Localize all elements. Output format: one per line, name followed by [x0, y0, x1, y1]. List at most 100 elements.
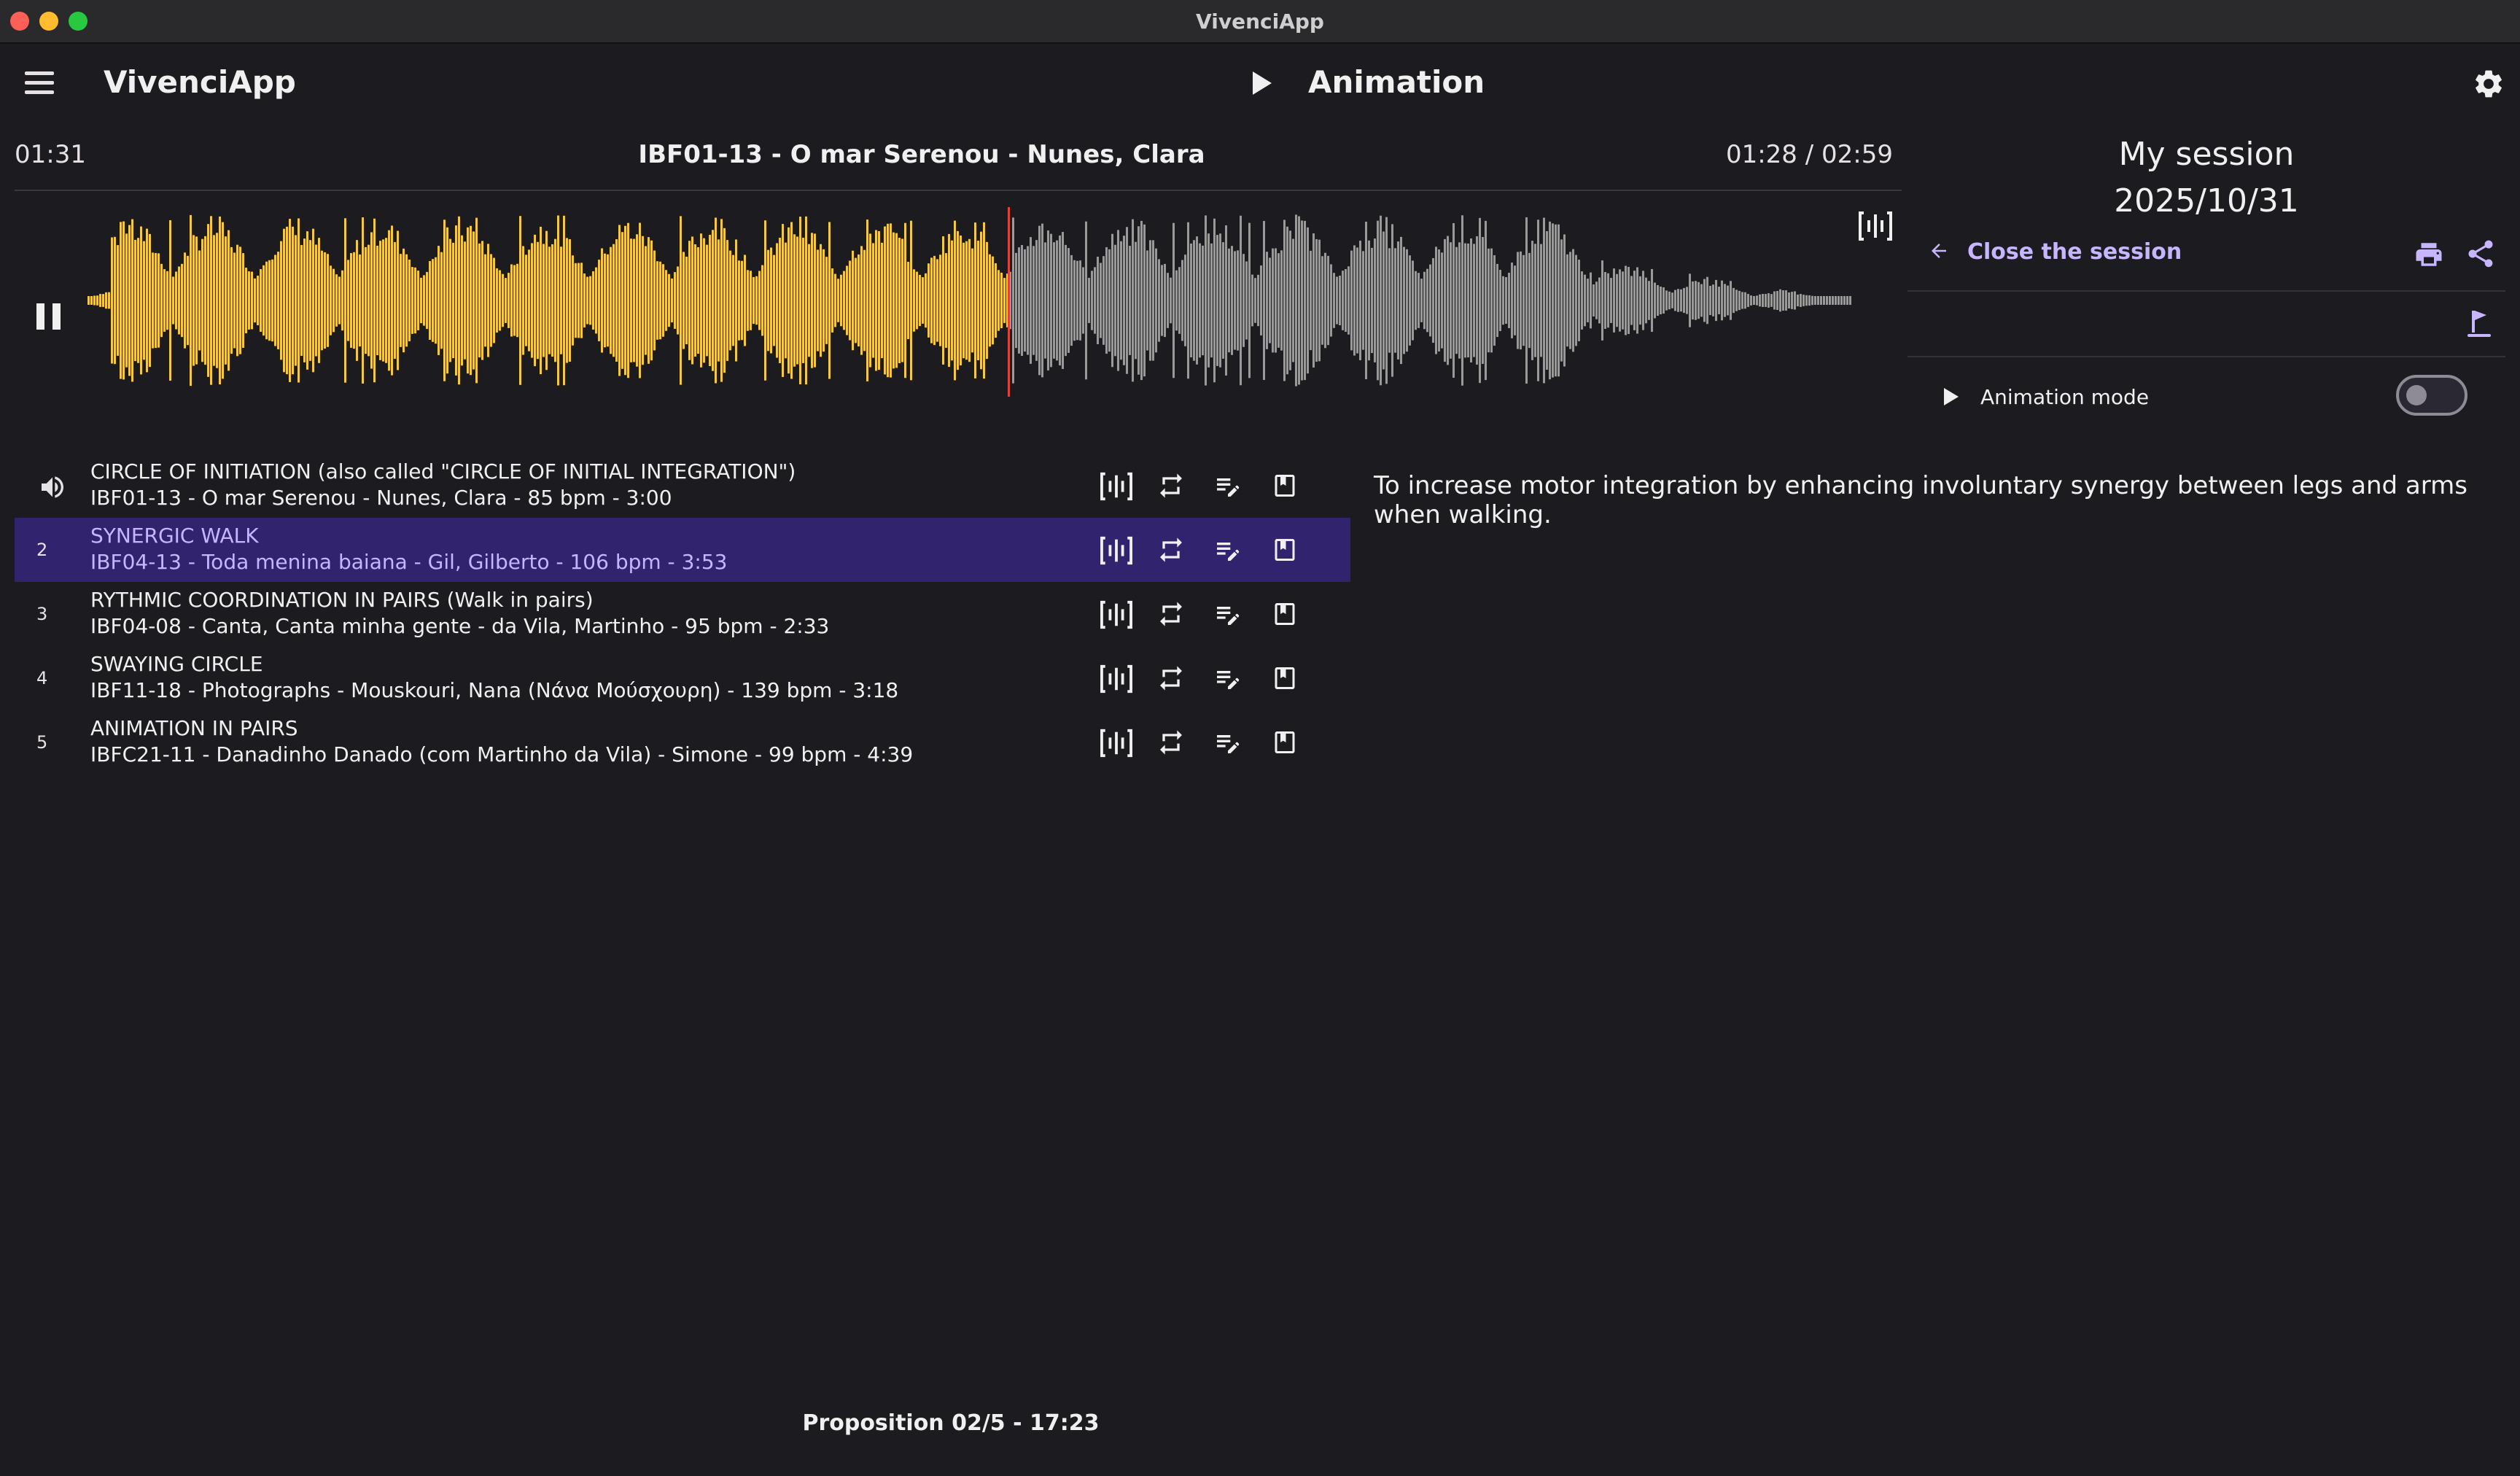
waveform-scrubber[interactable]: [88, 207, 1852, 397]
waveform-bar: [283, 228, 285, 373]
bookmark-icon[interactable]: [1272, 664, 1298, 696]
waveform-bar: [1278, 253, 1280, 348]
waveform-bar: [960, 236, 962, 365]
waveform-bar: [1041, 223, 1043, 378]
waveform-bar: [1750, 295, 1752, 306]
close-session-label: Close the session: [1967, 239, 2182, 265]
waveform-bar: [910, 220, 912, 381]
waveform-bar: [1788, 292, 1790, 308]
waveform-bar: [1348, 266, 1350, 335]
waveform-bar: [703, 238, 705, 363]
waveform-bar: [1566, 254, 1568, 347]
waveform-bar: [595, 267, 597, 334]
bookmark-icon[interactable]: [1272, 535, 1298, 567]
waveform-bar: [1598, 277, 1601, 324]
golf-flag-icon[interactable]: [2465, 308, 2494, 343]
playlist-row[interactable]: 3 RYTHMIC COORDINATION IN PAIRS (Walk in …: [15, 582, 1350, 646]
waveform-bar: [604, 253, 606, 348]
waveform-bar: [1730, 281, 1732, 320]
waveform-bar: [534, 234, 536, 367]
edit-notes-icon[interactable]: [1213, 664, 1242, 696]
proposition-name: ANIMATION IN PAIRS: [90, 716, 298, 740]
session-divider-2: [1908, 356, 2505, 357]
waveform-bar: [298, 218, 300, 383]
waveform-bar: [438, 246, 440, 355]
waveform-bar: [1100, 263, 1102, 338]
repeat-icon[interactable]: [1156, 728, 1186, 760]
waveform-bar: [1117, 230, 1119, 371]
zoom-window-button[interactable]: [69, 12, 88, 31]
waveform-bar: [105, 292, 107, 309]
waveform-bar: [1269, 257, 1271, 343]
waveform-bar: [1079, 260, 1081, 341]
animation-mode-toggle[interactable]: [2396, 375, 2468, 416]
waveform-bar: [1126, 227, 1128, 374]
menu-icon[interactable]: [25, 71, 54, 96]
repeat-icon[interactable]: [1156, 471, 1186, 503]
waveform-bar: [610, 246, 612, 354]
waveform-bar: [1435, 246, 1437, 354]
waveform-bar: [1613, 268, 1615, 333]
edit-notes-icon[interactable]: [1213, 728, 1242, 760]
waveform-bar: [1234, 251, 1236, 350]
waveform-icon[interactable]: [1100, 728, 1133, 761]
playlist-row[interactable]: 5 ANIMATION IN PAIRS IBFC21-11 - Danadinho…: [15, 710, 1350, 774]
edit-notes-icon[interactable]: [1213, 535, 1242, 567]
waveform-icon[interactable]: [1100, 471, 1133, 505]
edit-notes-icon[interactable]: [1213, 599, 1242, 632]
waveform-bar: [563, 215, 565, 386]
playlist-row[interactable]: 4 SWAYING CIRCLE IBF11-18 - Photographs - …: [15, 646, 1350, 710]
waveform-icon[interactable]: [1858, 210, 1893, 245]
waveform-bar: [216, 233, 218, 368]
waveform-bar: [1030, 237, 1032, 364]
bookmark-icon[interactable]: [1272, 728, 1298, 760]
waveform-bar: [1003, 278, 1006, 323]
waveform-bar: [1645, 277, 1647, 324]
playlist-row[interactable]: CIRCLE OF INITIATION (also called "CIRCL…: [15, 454, 1350, 518]
waveform-bar: [1082, 267, 1084, 334]
waveform-bar: [190, 214, 192, 387]
waveform-bar: [475, 217, 478, 384]
waveform-icon[interactable]: [1100, 535, 1133, 569]
waveform-bar: [420, 277, 422, 324]
waveform-bar: [365, 246, 367, 354]
waveform-icon[interactable]: [1100, 599, 1133, 633]
minimize-window-button[interactable]: [39, 12, 58, 31]
playhead-cursor[interactable]: [1008, 207, 1010, 397]
waveform-bar: [271, 259, 273, 342]
waveform-bar: [210, 216, 212, 385]
bookmark-icon[interactable]: [1272, 599, 1298, 632]
play-icon[interactable]: [1251, 70, 1273, 99]
waveform-bar: [1047, 230, 1049, 370]
waveform-bar: [650, 240, 653, 361]
pause-icon[interactable]: [35, 302, 63, 334]
waveform-bar: [554, 238, 556, 362]
waveform-icon[interactable]: [1100, 664, 1133, 697]
waveform-bar: [645, 246, 647, 355]
playlist-row[interactable]: 2 SYNERGIC WALK IBF04-13 - Toda menina bai…: [15, 518, 1350, 582]
close-window-button[interactable]: [10, 12, 29, 31]
play-icon[interactable]: [1942, 387, 1960, 410]
waveform-bar: [1482, 236, 1484, 365]
share-icon[interactable]: [2465, 238, 2497, 273]
bookmark-icon[interactable]: [1272, 471, 1298, 503]
waveform-bar: [907, 262, 909, 339]
waveform-bar: [239, 246, 241, 354]
close-session-button[interactable]: Close the session: [1928, 239, 2182, 265]
gear-icon[interactable]: [2472, 67, 2505, 104]
waveform-bar: [1540, 244, 1542, 357]
waveform-bar: [1706, 276, 1708, 325]
edit-notes-icon[interactable]: [1213, 471, 1242, 503]
waveform-bar: [277, 252, 279, 349]
repeat-icon[interactable]: [1156, 535, 1186, 567]
waveform-bar: [1765, 294, 1767, 307]
waveform-bar: [458, 216, 460, 385]
repeat-icon[interactable]: [1156, 599, 1186, 632]
waveform-bar: [1660, 286, 1662, 315]
waveform-bar: [1286, 226, 1288, 375]
waveform-bar: [472, 231, 475, 370]
repeat-icon[interactable]: [1156, 664, 1186, 696]
waveform-bar: [391, 225, 393, 376]
waveform-bar: [435, 257, 437, 344]
printer-icon[interactable]: [2412, 239, 2446, 273]
